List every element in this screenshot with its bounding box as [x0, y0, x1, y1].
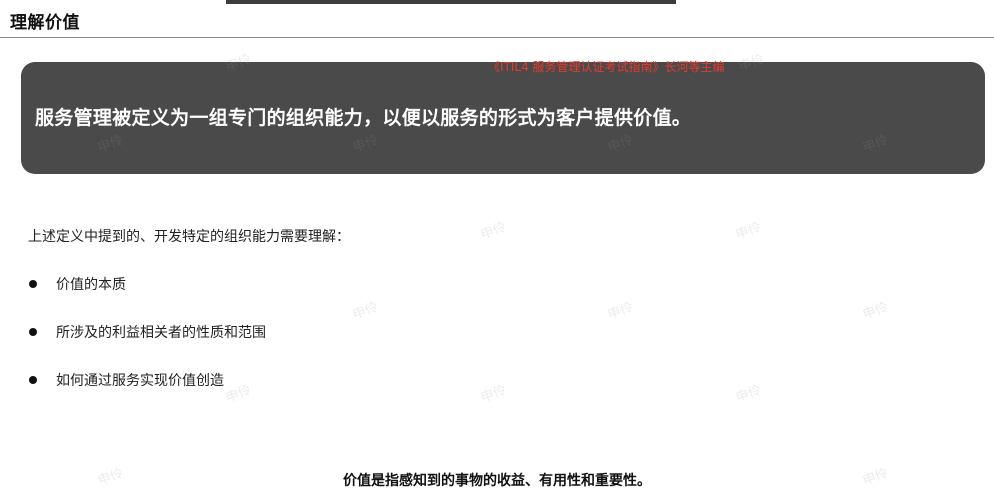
bullet-list: 价值的本质 所涉及的利益相关者的性质和范围 如何通过服务实现价值创造 — [28, 272, 266, 416]
bullet-dot-icon — [29, 280, 37, 288]
watermark: 申伶 — [478, 382, 509, 406]
slide-page: 理解价值 《ITIL4 服务管理认证考试指南》长河等主编 服务管理被定义为一组专… — [0, 0, 994, 501]
value-definition: 价值是指感知到的事物的收益、有用性和重要性。 — [343, 473, 651, 489]
banner-text: 服务管理被定义为一组专门的组织能力，以便以服务的形式为客户提供价值。 — [35, 107, 692, 129]
list-item-label: 如何通过服务实现价值创造 — [56, 373, 224, 389]
list-item: 如何通过服务实现价值创造 — [28, 368, 266, 392]
watermark: 申伶 — [605, 299, 636, 323]
list-item-label: 价值的本质 — [56, 277, 126, 293]
watermark: 申伶 — [860, 299, 891, 323]
intro-text: 上述定义中提到的、开发特定的组织能力需要理解： — [28, 229, 350, 245]
watermark: 申伶 — [478, 219, 509, 243]
source-note: 《ITIL4 服务管理认证考试指南》长河等主编 — [488, 60, 725, 74]
watermark: 申伶 — [350, 299, 381, 323]
list-item: 价值的本质 — [28, 272, 266, 296]
top-bar — [226, 0, 676, 4]
definition-banner: 服务管理被定义为一组专门的组织能力，以便以服务的形式为客户提供价值。 — [21, 62, 985, 174]
watermark: 申伶 — [733, 219, 764, 243]
title-divider — [0, 37, 994, 38]
watermark: 申伶 — [733, 382, 764, 406]
list-item: 所涉及的利益相关者的性质和范围 — [28, 320, 266, 344]
page-title: 理解价值 — [10, 13, 80, 33]
bullet-dot-icon — [29, 328, 37, 336]
bullet-dot-icon — [29, 376, 37, 384]
list-item-label: 所涉及的利益相关者的性质和范围 — [56, 325, 266, 341]
